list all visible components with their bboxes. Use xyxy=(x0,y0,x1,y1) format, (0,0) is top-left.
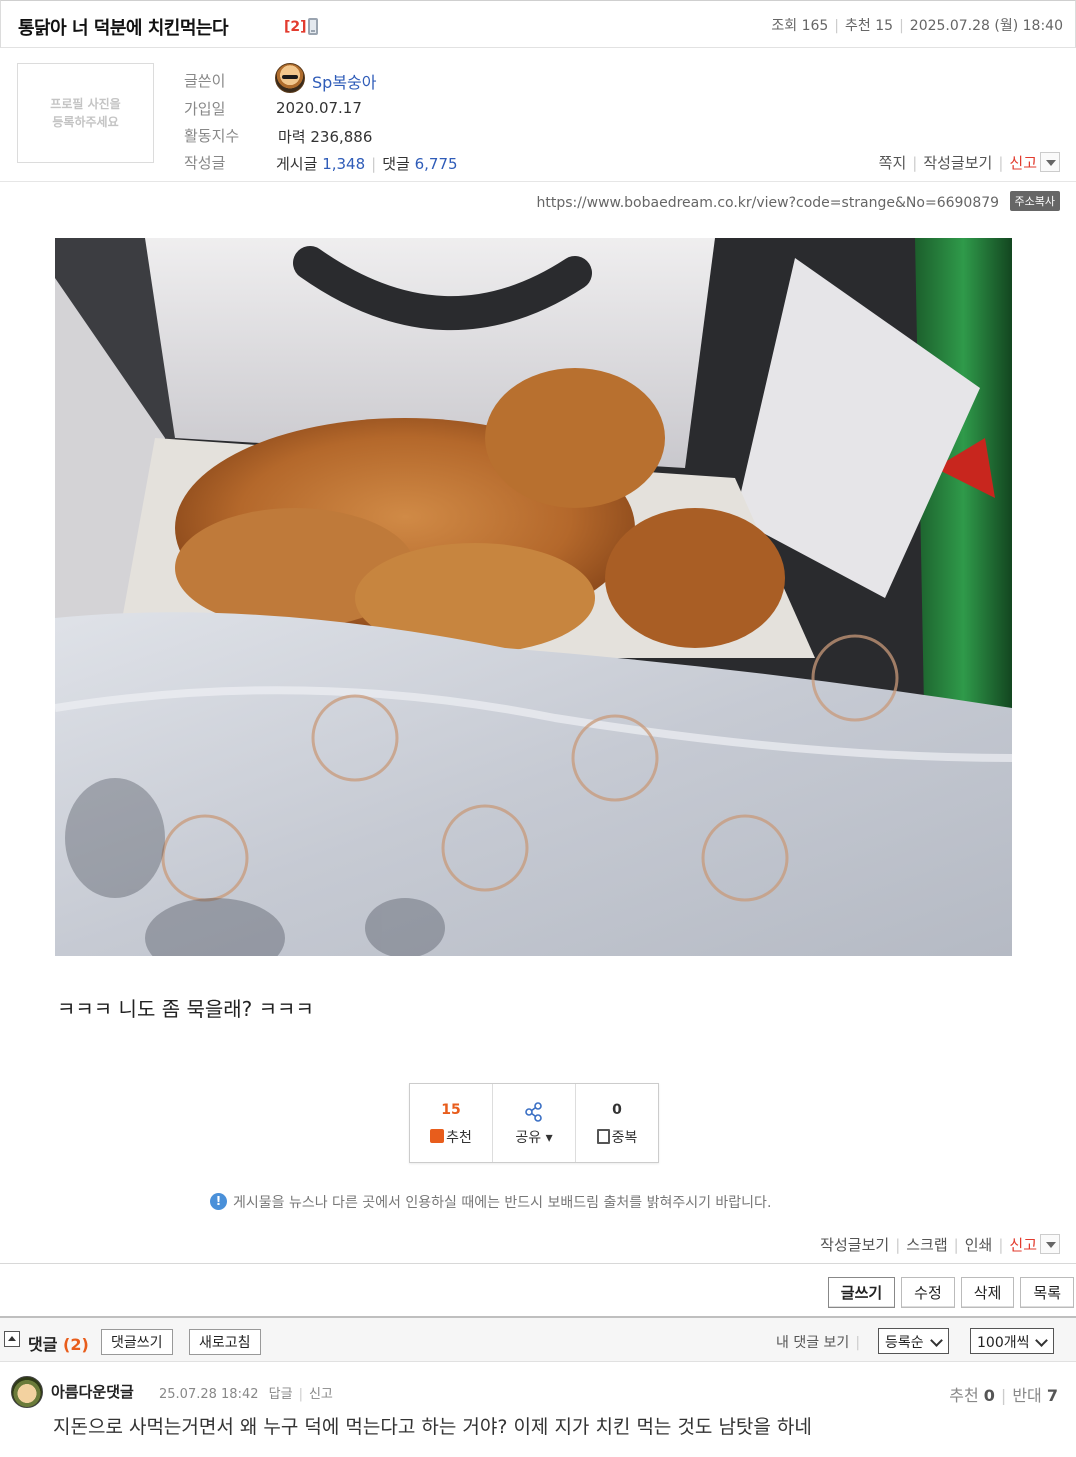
post-title: 통닭아 너 덕분에 치킨먹는다 xyxy=(18,18,229,39)
author-profile: 프로필 사진을 등록하주세요 글쓴이 Sp복숭아 가입일 2020.07.17 … xyxy=(0,48,1076,182)
my-comments-link[interactable]: 내 댓글 보기 | xyxy=(776,1332,866,1352)
report-link[interactable]: 신고 xyxy=(1009,154,1037,172)
author-comment-count[interactable]: 6,775 xyxy=(415,155,458,173)
share-button[interactable]: 공유 ▾ xyxy=(493,1084,576,1162)
comment-text: 지돈으로 사먹는거면서 왜 누구 덕에 먹는다고 하는 거야? 이제 지가 치킨… xyxy=(53,1416,812,1438)
comment-author[interactable]: 아름다운댓글 xyxy=(51,1381,134,1402)
reply-link[interactable]: 답글 xyxy=(269,1387,293,1402)
duplicate-report-button[interactable]: 0 중복 xyxy=(576,1084,658,1162)
comments-title: 댓글 (2) xyxy=(28,1335,89,1354)
author-level-icon xyxy=(275,63,305,93)
citation-notice: ! 게시물을 뉴스나 다른 곳에서 인용하실 때에는 반드시 보배드림 출처를 밝… xyxy=(210,1192,771,1212)
print-link[interactable]: 인쇄 xyxy=(965,1236,993,1254)
comment-report-link[interactable]: 신고 xyxy=(309,1387,333,1402)
activity-label: 활동지수 xyxy=(184,127,240,145)
comment-meta: 25.07.28 18:42 답글 | 신고 xyxy=(159,1387,333,1402)
view-author-posts-link[interactable]: 작성글보기 xyxy=(820,1236,889,1254)
thumbs-up-icon xyxy=(430,1129,445,1143)
comments-count: (2) xyxy=(63,1335,89,1354)
author-post-count[interactable]: 1,348 xyxy=(322,155,365,173)
joined-date: 2020.07.17 xyxy=(276,99,362,117)
comment-oppose-button[interactable]: 반대 7 xyxy=(1012,1386,1058,1405)
write-post-button[interactable]: 글쓰기 xyxy=(827,1277,896,1308)
copy-url-button[interactable]: 주소복사 xyxy=(1009,191,1060,211)
views-count: 165 xyxy=(801,18,829,34)
recommend-count-display: 15 xyxy=(441,1102,461,1118)
board-buttons: 글쓰기 수정 삭제 목록 xyxy=(827,1277,1074,1308)
activity-value: 마력 236,886 xyxy=(278,128,373,146)
share-icon xyxy=(525,1102,542,1122)
post-url-row: https://www.bobaedream.co.kr/view?code=s… xyxy=(536,191,1060,213)
comments-header: 댓글 (2) 댓글쓰기 새로고침 내 댓글 보기 | 등록순 100개씩 xyxy=(0,1318,1076,1362)
author-label: 글쓴이 xyxy=(184,72,226,90)
collapse-icon[interactable] xyxy=(4,1331,20,1347)
post-title-bar: 통닭아 너 덕분에 치킨먹는다 [2] 조회 165 | 추천 15 | 2025.07… xyxy=(0,0,1076,48)
document-icon xyxy=(596,1128,610,1144)
refresh-button[interactable]: 새로고침 xyxy=(189,1329,261,1355)
reaction-box: 15 추천 공유 ▾ 0 중복 xyxy=(409,1083,659,1163)
recommend-count: 15 xyxy=(875,18,894,34)
list-button[interactable]: 목록 xyxy=(1020,1277,1074,1308)
commenter-avatar xyxy=(11,1376,43,1408)
info-icon: ! xyxy=(210,1192,227,1210)
mobile-phone-icon xyxy=(308,18,318,35)
report-post-dropdown-icon[interactable] xyxy=(1040,1233,1060,1254)
duplicate-count: 0 xyxy=(612,1102,622,1118)
view-posts-link[interactable]: 작성글보기 xyxy=(923,154,992,172)
write-comment-button[interactable]: 댓글쓰기 xyxy=(101,1329,173,1355)
scrap-link[interactable]: 스크랩 xyxy=(906,1236,947,1254)
author-nickname[interactable]: Sp복숭아 xyxy=(312,69,376,93)
report-dropdown-icon[interactable] xyxy=(1040,151,1060,172)
title-comment-count[interactable]: [2] xyxy=(284,19,307,35)
post-actions: 작성글보기 | 스크랩 | 인쇄 | 신고 xyxy=(820,1233,1060,1256)
comment-recommend-button[interactable]: 추천 0 xyxy=(949,1386,995,1405)
author-stats: 게시글 1,348 | 댓글 6,775 xyxy=(276,155,458,173)
comment-date: 25.07.28 18:42 xyxy=(159,1387,259,1402)
post-view-page: 통닭아 너 덕분에 치킨먹는다 [2] 조회 165 | 추천 15 | 2025.07… xyxy=(0,0,1076,1457)
joined-label: 가입일 xyxy=(184,100,226,118)
recommend-label: 추천 xyxy=(845,18,871,34)
recommend-button[interactable]: 15 추천 xyxy=(410,1084,493,1162)
views-label: 조회 xyxy=(771,18,798,34)
posts-label: 작성글 xyxy=(184,154,226,172)
profile-photo-placeholder: 프로필 사진을 등록하주세요 xyxy=(17,63,154,163)
caret-down-icon: ▾ xyxy=(545,1130,553,1146)
post-datetime: 2025.07.28 (월) 18:40 xyxy=(909,18,1063,34)
profile-actions: 쪽지 | 작성글보기 | 신고 xyxy=(879,151,1060,174)
page-size-select[interactable]: 100개씩 xyxy=(970,1328,1055,1354)
delete-button[interactable]: 삭제 xyxy=(960,1277,1015,1308)
message-link[interactable]: 쪽지 xyxy=(879,154,907,172)
comment-votes: 추천 0 | 반대 7 xyxy=(949,1386,1058,1405)
divider xyxy=(0,1263,1076,1264)
report-post-link[interactable]: 신고 xyxy=(1009,1236,1037,1254)
sort-select[interactable]: 등록순 xyxy=(878,1328,949,1354)
post-body-text: ㅋㅋㅋ 니도 좀 묵을래? ㅋㅋㅋ xyxy=(57,997,314,1021)
post-meta: 조회 165 | 추천 15 | 2025.07.28 (월) 18:40 xyxy=(771,18,1063,34)
post-image-chicken xyxy=(55,238,1012,956)
edit-button[interactable]: 수정 xyxy=(901,1277,955,1308)
post-url: https://www.bobaedream.co.kr/view?code=s… xyxy=(536,195,1000,211)
